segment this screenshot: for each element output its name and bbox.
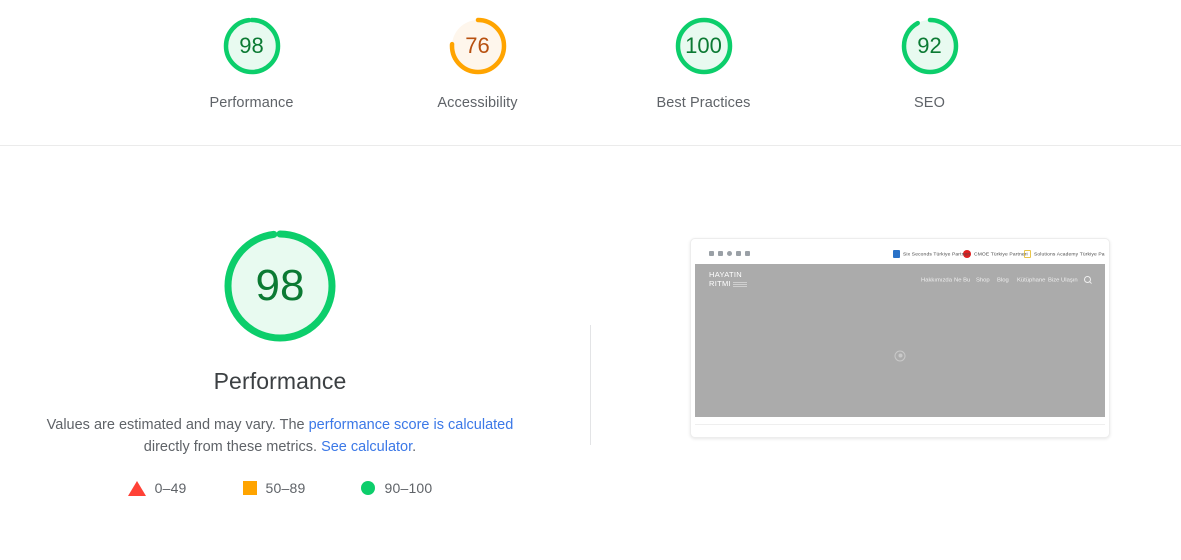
nav-link-nebu: Ne Bu [953,275,971,283]
logo-line-1: HAYATIN [709,270,742,279]
partner-badges-row: Six Seconds Türkiye Partneri CMOE Türkiy… [893,249,1105,258]
scores-summary-strip: 98 Performance 76 Accessibility 100 Best… [0,0,1181,146]
score-legend: 0–49 50–89 90–100 [127,480,433,496]
gauge-seo[interactable]: 92 SEO [860,14,1000,111]
gauge-score-value: 76 [465,33,490,58]
legend-range-label: 50–89 [265,480,306,496]
gauge-ring-accessibility: 76 [446,14,510,78]
circle-marker-icon [361,481,376,495]
partner-label: CMOE Türkiye Partneri [973,250,1028,257]
performance-title: Performance [213,368,347,394]
search-icon [1084,275,1091,283]
performance-description: Values are estimated and may vary. The p… [30,414,530,458]
partner-solutions-academy: Solutions Academy Türkiye Partneri [1023,249,1105,258]
description-text-part1: Values are estimated and may vary. The [46,417,309,433]
nav-link-bize-ulasin: Bize Ulaşın [1047,275,1078,283]
performance-score-value: 98 [255,261,305,310]
gauge-label: Accessibility [437,95,518,111]
vertical-divider [590,325,591,445]
legend-range-label: 90–100 [384,480,433,496]
partner-six-seconds: Six Seconds Türkiye Partneri [893,249,971,258]
gauge-label: Best Practices [656,95,751,111]
instagram-icon [727,251,732,256]
performance-summary-panel: 98 Performance Values are estimated and … [0,226,560,496]
gauge-score-value: 92 [917,33,942,58]
nav-link-hakkimizda: Hakkımızda [920,275,952,283]
legend-item-average: 50–89 [242,480,306,496]
six-seconds-badge-icon [893,249,901,258]
final-screenshot-card[interactable]: Six Seconds Türkiye Partneri CMOE Türkiy… [690,238,1110,438]
youtube-icon [736,251,741,256]
facebook-icon [709,251,714,256]
gauge-label: SEO [914,95,945,111]
site-hero-area [695,294,1105,417]
nav-link-shop: Shop [976,275,991,283]
description-text-part3: . [412,439,417,455]
legend-item-pass: 90–100 [361,480,432,496]
legend-item-fail: 0–49 [127,480,187,496]
screenshot-footer-line [695,424,1105,425]
logo-subtext-mark [732,282,747,287]
gauge-score-value: 98 [239,33,264,58]
performance-score-link[interactable]: performance score is calculated [309,417,514,433]
nav-link-kutuphane: Kütüphane [1016,275,1045,283]
score-gauges-row: 98 Performance 76 Accessibility 100 Best… [0,14,1181,111]
site-topbar: Six Seconds Türkiye Partneri CMOE Türkiy… [695,243,1105,264]
performance-big-gauge[interactable]: 98 [220,226,340,346]
logo-line-2: RITMI [709,279,731,288]
twitter-icon [718,251,723,256]
gauge-best-practices[interactable]: 100 Best Practices [634,14,774,111]
final-screenshot-image: Six Seconds Türkiye Partneri CMOE Türkiy… [695,243,1105,419]
gauge-performance[interactable]: 98 Performance [182,14,322,111]
description-text-part2: directly from these metrics. [143,439,322,455]
gauge-ring-performance: 98 [220,14,284,78]
linkedin-icon [745,251,750,256]
site-nav-links: Hakkımızda Ne Bu Shop Blog Kütüphane Biz… [920,275,1091,283]
site-logo: HAYATIN RITMI [709,271,747,287]
social-icons-row [709,251,750,256]
site-navbar: HAYATIN RITMI Hakkımızda Ne Bu Shop Blog… [695,264,1105,294]
lighthouse-report-page: 98 Performance 76 Accessibility 100 Best… [0,0,1181,560]
performance-section: 98 Performance Values are estimated and … [0,146,1181,560]
gauge-ring-best-practices: 100 [672,14,736,78]
square-marker-icon [242,481,257,495]
gauge-ring-seo: 92 [898,14,962,78]
partner-label: Solutions Academy Türkiye Partneri [1033,250,1105,257]
triangle-marker-icon [127,480,146,496]
gauge-accessibility[interactable]: 76 Accessibility [408,14,548,111]
partner-label: Six Seconds Türkiye Partneri [903,250,971,257]
gauge-label: Performance [209,95,294,111]
see-calculator-link[interactable]: See calculator [321,439,412,455]
gauge-score-value: 100 [685,33,722,58]
legend-range-label: 0–49 [154,480,187,496]
nav-link-blog: Blog [997,275,1009,283]
play-placeholder-icon [894,350,906,361]
